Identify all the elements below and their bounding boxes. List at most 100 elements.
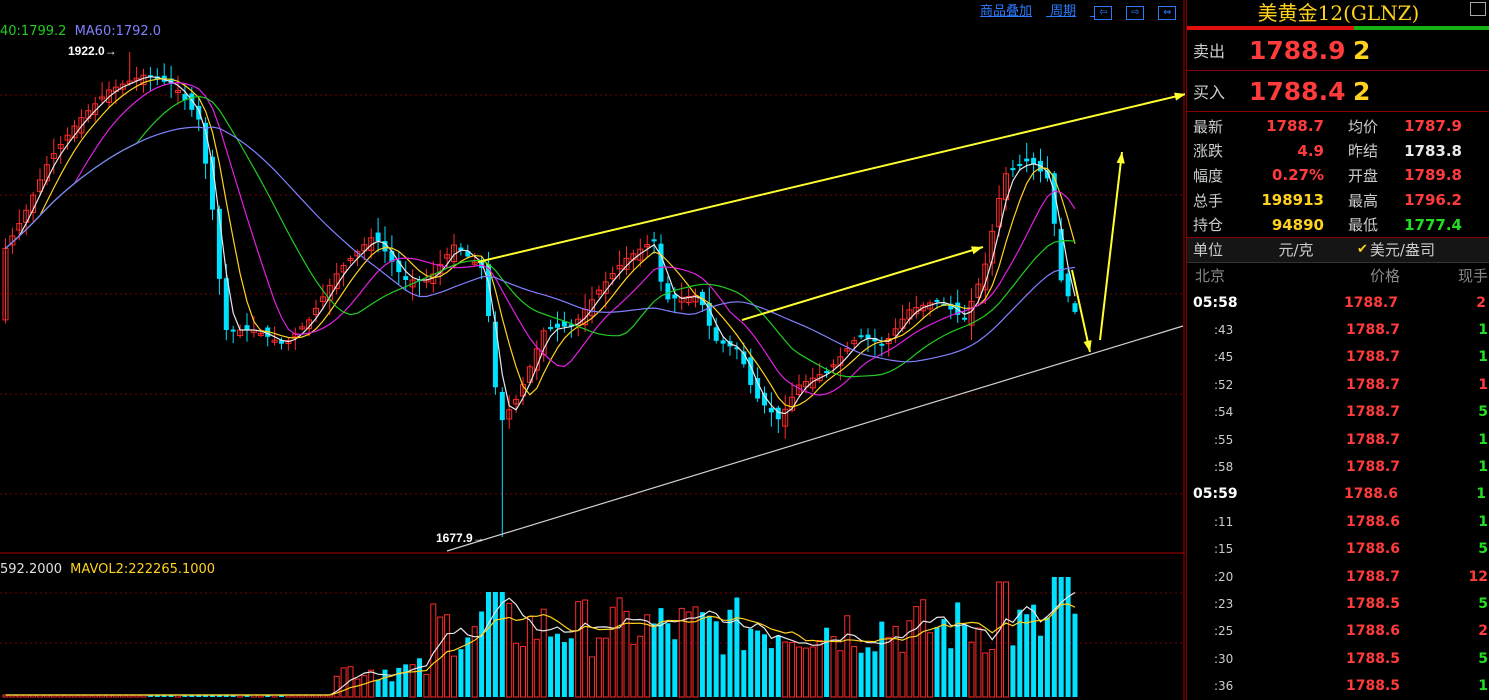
stat-value: 198913 (1261, 191, 1324, 210)
overlay-link[interactable]: 商品叠加 (980, 4, 1032, 19)
volume-bar-down (1058, 577, 1064, 697)
tick-qty: 5 (1478, 404, 1488, 421)
tick-price: 1788.7 (1345, 431, 1400, 448)
ma5-line (5, 76, 1076, 415)
volume-bar-down (465, 637, 471, 697)
volume-bar-down (858, 652, 864, 697)
tick-qty: 2 (1476, 294, 1486, 311)
window-restore-icon[interactable] (1470, 2, 1486, 16)
volume-bar-down (382, 669, 388, 697)
tick-header: 北京 价格 现手 (1187, 263, 1489, 289)
volume-bar-up (361, 675, 368, 698)
volume-bar-up (575, 601, 582, 698)
tick-header-price: 价格 (1369, 267, 1400, 286)
stat-value: 1788.7 (1266, 117, 1324, 136)
candle-body-down (403, 276, 409, 280)
stat-value-2: 1787.9 (1404, 117, 1462, 136)
volume-bar-down (479, 611, 485, 697)
buy-price: 1788.4 (1249, 76, 1346, 106)
volume-bar-up (423, 673, 430, 698)
volume-bar-down (734, 597, 740, 697)
tick-row: :25 1788.6 2 (1187, 618, 1489, 645)
volume-bar-down (879, 621, 885, 697)
candle-body-down (768, 407, 774, 413)
mavol2-label: MAVOL2:222265.1000 (70, 562, 216, 577)
unit-cny-option[interactable]: 元/克 (1241, 239, 1351, 260)
kline-chart-area[interactable]: 1922.0→ 1677.9→ 40:1799.2 MA60:1792.0 592… (0, 0, 1185, 700)
buy-volume: 2 (1353, 76, 1371, 106)
volume-bar-up (982, 652, 989, 698)
volume-bar-up (451, 655, 457, 698)
tick-time: :36 (1214, 679, 1234, 694)
candle-body-down (713, 327, 719, 341)
volume-bar-up (899, 651, 906, 698)
volume-bar-up (540, 608, 547, 698)
candle-body-down (824, 371, 830, 374)
tick-row: 05:59 1788.6 1 (1187, 481, 1489, 508)
volume-bar-up (520, 645, 526, 698)
stat-label-2: 均价 (1348, 117, 1379, 136)
volume-bar-down (499, 592, 505, 697)
candle-body-down (858, 335, 864, 338)
up-arrow-head (1116, 152, 1125, 164)
tick-qty: 5 (1478, 595, 1488, 612)
volume-bar-down (375, 679, 381, 697)
stat-label: 持仓 (1193, 216, 1224, 235)
unit-usd-option[interactable]: 美元/盎司 (1368, 239, 1435, 260)
arrow-right-icon[interactable]: ⇨ (1126, 6, 1145, 20)
volume-bar-up (582, 599, 589, 698)
stat-row: 涨跌 4.9 昨结 1783.8 (1187, 139, 1489, 164)
tick-qty: 12 (1468, 568, 1488, 585)
arrow-both-icon[interactable]: ⇔ (1158, 6, 1177, 20)
sell-row[interactable]: 卖出 1788.9 2 (1187, 30, 1489, 71)
volume-bar-down (396, 667, 402, 697)
tick-time: :30 (1214, 651, 1234, 666)
volume-bar-up (609, 606, 616, 698)
tick-row: :43 1788.7 1 (1187, 316, 1489, 343)
volume-bar-up (851, 645, 858, 698)
volume-bar-down (748, 628, 754, 697)
unit-selector[interactable]: 单位 元/克 ✔ 美元/盎司 (1187, 237, 1489, 263)
arrow-left-icon[interactable]: ⇦ (1094, 6, 1113, 20)
stat-label: 最新 (1193, 117, 1224, 136)
stat-value-2: 1789.8 (1404, 166, 1462, 185)
kline-chart[interactable]: 1922.0→ 1677.9→ (0, 0, 1185, 700)
tick-row: :45 1788.7 1 (1187, 344, 1489, 371)
tick-time: :52 (1214, 377, 1234, 392)
tick-qty: 1 (1478, 376, 1488, 393)
tick-price: 1788.7 (1345, 322, 1400, 339)
volume-bar-down (389, 681, 395, 697)
sell-volume: 2 (1353, 35, 1371, 65)
bid-ask-bar (1187, 26, 1489, 30)
tick-row: :36 1788.5 1 (1187, 672, 1489, 699)
tick-list[interactable]: 05:58 1788.7 2:43 1788.7 1:45 1788.7 1:52 1788.… (1187, 289, 1489, 700)
tick-time: :20 (1214, 569, 1234, 584)
tick-qty: 1 (1478, 513, 1488, 530)
volume-bar-up (996, 581, 1003, 698)
tick-row: :20 1788.7 12 (1187, 563, 1489, 590)
vol-value-label: 592.2000 (0, 562, 63, 577)
candle-body-down (548, 327, 554, 330)
ma60-label: MA60:1792.0 (74, 24, 162, 39)
volume-bar-up (444, 614, 451, 698)
volume-bar-down (486, 592, 491, 697)
tick-time: :58 (1214, 460, 1234, 474)
buy-row[interactable]: 买入 1788.4 2 (1187, 71, 1489, 112)
stat-label: 总手 (1193, 191, 1224, 210)
volume-bar-up (1003, 581, 1009, 698)
tick-time: :45 (1214, 350, 1234, 365)
tick-qty: 5 (1478, 650, 1488, 667)
volume-bar-up (678, 607, 685, 698)
candle-body-down (934, 299, 940, 302)
mavol2-line (5, 603, 1076, 696)
volume-bar-up (630, 643, 637, 698)
buy-label: 买入 (1193, 83, 1226, 102)
stat-label: 幅度 (1193, 166, 1224, 185)
period-link[interactable]: 周期 (1050, 4, 1076, 19)
stat-value-2: 1796.2 (1404, 191, 1462, 210)
volume-bar-up (816, 639, 823, 698)
tick-price: 1788.7 (1345, 459, 1400, 475)
tick-qty: 1 (1478, 678, 1488, 695)
tick-price: 1788.5 (1345, 678, 1400, 695)
stat-value: 0.27% (1271, 166, 1324, 185)
